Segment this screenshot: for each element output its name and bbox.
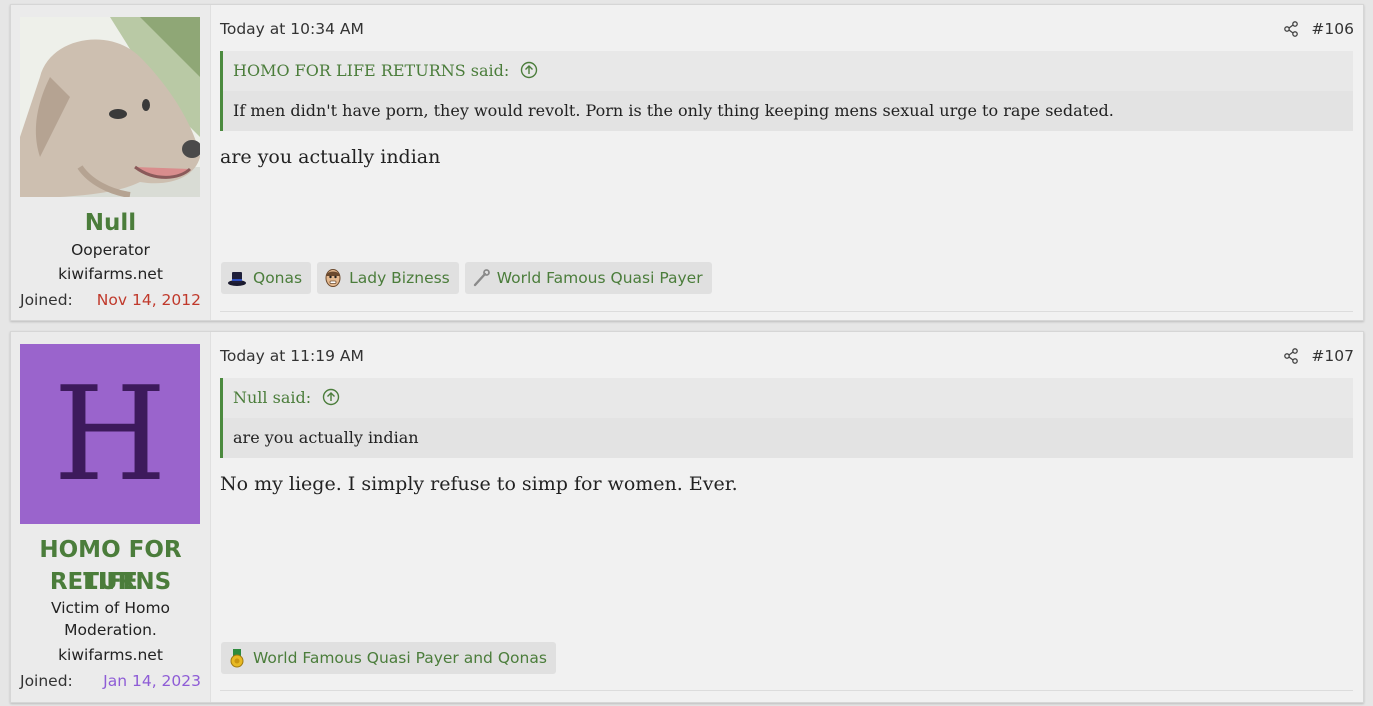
reaction-label: World Famous Quasi Payer and Qonas: [253, 649, 547, 667]
post-content: Today at 11:19 AM #107 Null said: are yo…: [210, 332, 1363, 702]
user-title-line-2: Moderation.: [64, 621, 157, 639]
arrow-up-circle-icon[interactable]: [520, 61, 538, 79]
quote-author[interactable]: HOMO FOR LIFE RETURNS said:: [233, 61, 509, 80]
user-info: Null Ooperator kiwifarms.net Joined: Nov…: [11, 5, 211, 320]
post-timestamp[interactable]: Today at 10:34 AM: [220, 18, 364, 40]
message-body: are you actually indian: [220, 146, 441, 168]
reaction-label: World Famous Quasi Payer: [496, 269, 703, 287]
post-106: Null Ooperator kiwifarms.net Joined: Nov…: [10, 4, 1364, 321]
quote-header[interactable]: HOMO FOR LIFE RETURNS said:: [223, 51, 1353, 91]
joined-label: Joined:: [20, 672, 73, 690]
user-title-line-1: Victim of Homo: [50, 599, 171, 617]
avatar[interactable]: H: [20, 344, 200, 524]
top-hat-icon: [228, 272, 246, 286]
user-site: kiwifarms.net: [58, 646, 163, 664]
post-number[interactable]: #107: [1311, 345, 1354, 367]
reaction-world-famous-quasi-payer-and-qonas[interactable]: World Famous Quasi Payer and Qonas: [221, 642, 556, 674]
reaction-lady-bizness[interactable]: Lady Bizness: [317, 262, 459, 294]
quote-header[interactable]: Null said:: [223, 378, 1353, 418]
message-body: No my liege. I simply refuse to simp for…: [220, 473, 738, 495]
joined-date: Jan 14, 2023: [103, 672, 201, 690]
quote-text: If men didn't have porn, they would revo…: [223, 91, 1353, 131]
user-title: Ooperator: [71, 241, 150, 259]
reaction-label: Lady Bizness: [349, 269, 450, 287]
share-icon[interactable]: [1283, 348, 1299, 364]
quote-block: Null said: are you actually indian: [220, 378, 1353, 458]
reaction-label: Qonas: [253, 269, 303, 287]
user-info: H HOMO FOR LIFE RETURNS Victim of Homo M…: [11, 332, 211, 702]
username[interactable]: Null: [11, 207, 210, 239]
arrow-up-circle-icon[interactable]: [322, 388, 340, 406]
reaction-world-famous-quasi-payer[interactable]: World Famous Quasi Payer: [464, 262, 712, 294]
reaction-bar: Qonas Lady Bizness World Famous Quasi Pa…: [221, 262, 712, 294]
quote-block: HOMO FOR LIFE RETURNS said: If men didn'…: [220, 51, 1353, 131]
face-icon: [325, 269, 341, 287]
divider: [220, 690, 1353, 691]
reaction-bar: World Famous Quasi Payer and Qonas: [221, 642, 556, 674]
post-content: Today at 10:34 AM #106 HOMO FOR LIFE RET…: [210, 5, 1363, 320]
quote-author[interactable]: Null said:: [233, 388, 311, 407]
post-timestamp[interactable]: Today at 11:19 AM: [220, 345, 364, 367]
divider: [220, 311, 1353, 312]
username-line-2[interactable]: RETURNS: [11, 566, 210, 598]
medal-icon: [230, 649, 244, 668]
post-number[interactable]: #106: [1311, 18, 1354, 40]
dog-avatar-icon: [20, 17, 200, 197]
post-107: H HOMO FOR LIFE RETURNS Victim of Homo M…: [10, 331, 1364, 703]
avatar[interactable]: [20, 17, 200, 197]
joined-label: Joined:: [20, 291, 73, 309]
joined-date: Nov 14, 2012: [96, 291, 201, 309]
reaction-qonas[interactable]: Qonas: [221, 262, 312, 294]
user-site: kiwifarms.net: [58, 265, 163, 283]
wrench-icon: [473, 269, 490, 287]
quote-text: are you actually indian: [223, 418, 1353, 458]
share-icon[interactable]: [1283, 21, 1299, 37]
